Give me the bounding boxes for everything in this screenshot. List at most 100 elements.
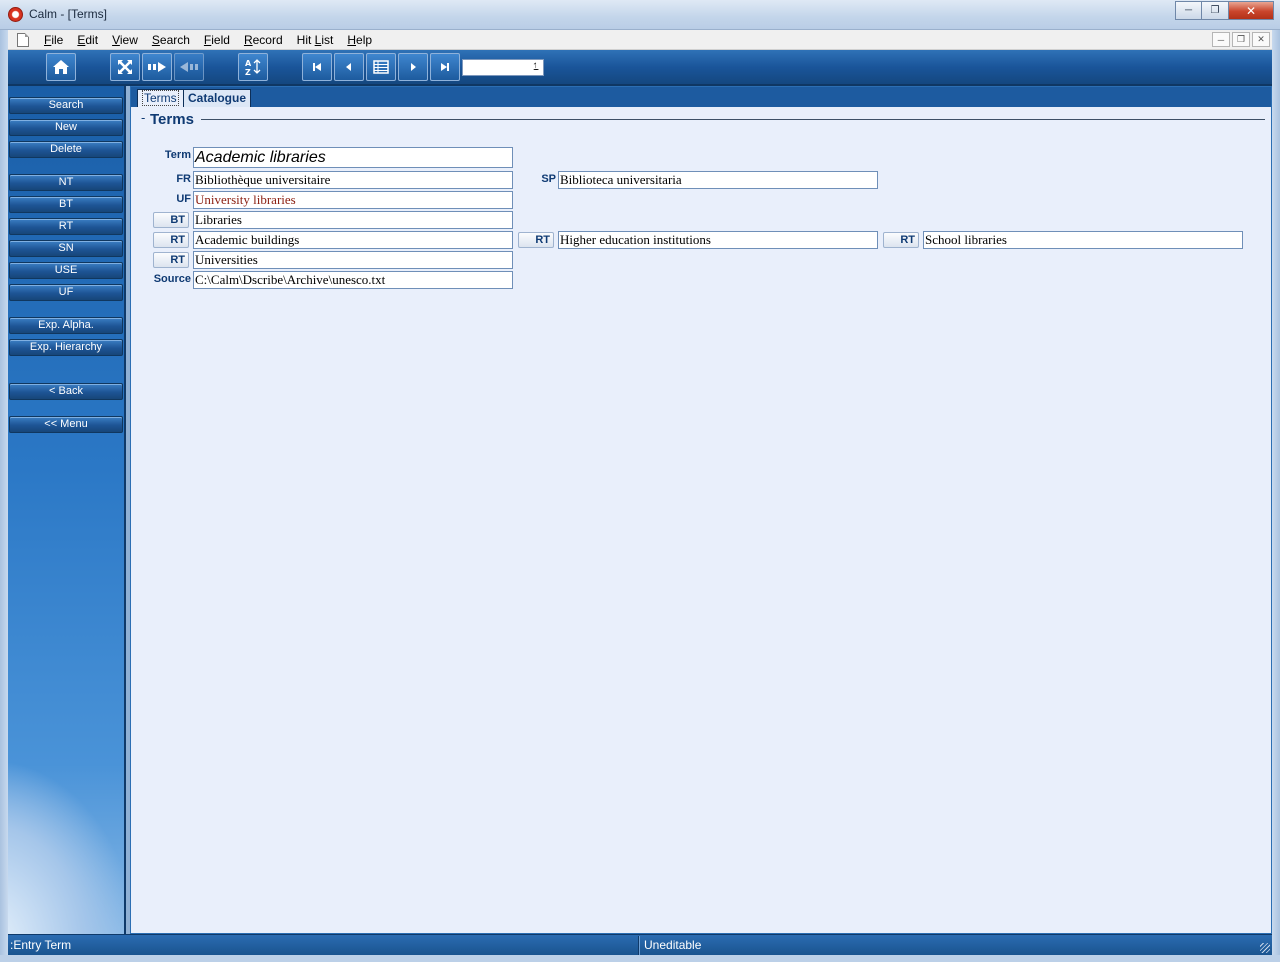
sp-field[interactable]: Biblioteca universitaria [558,171,878,189]
menu-field[interactable]: Field [197,30,237,50]
mdi-minimize-button[interactable]: ─ [1212,32,1230,47]
toolbar: AZ 1 of 1 [8,50,1272,86]
rt-link-button-4[interactable]: RT [153,252,189,268]
window-frame-bottom [0,955,1280,962]
use-button[interactable]: USE [9,262,123,279]
source-label: Source [153,273,191,285]
maximize-button[interactable]: ❐ [1202,1,1229,20]
expand-button[interactable] [110,53,140,81]
menu-file[interactable]: File [37,30,70,50]
term-label: Term [164,149,191,161]
window-frame-right [1272,30,1280,955]
sort-button[interactable]: AZ [238,53,268,81]
menu-help[interactable]: Help [340,30,379,50]
menu-help-rest: elp [356,32,373,47]
list-view-icon [373,60,389,74]
last-record-button[interactable] [430,53,460,81]
tab-catalogue[interactable]: Catalogue [183,89,252,107]
menu-bar: File Edit View Search Field Record Hit L… [8,30,1272,50]
document-icon[interactable] [17,32,29,47]
menu-record[interactable]: Record [237,30,290,50]
list-view-button[interactable] [366,53,396,81]
resize-grip[interactable] [1260,943,1270,953]
rt-link-button-2[interactable]: RT [518,232,554,248]
sp-label: SP [541,173,556,185]
menu-hit-list[interactable]: Hit List [290,30,341,50]
menu-view[interactable]: View [105,30,145,50]
exp-hierarchy-button[interactable]: Exp. Hierarchy [9,339,123,356]
menu-hit-list-rest: ist [321,32,334,47]
section-collapse-toggle[interactable]: - [141,110,145,125]
mdi-controls: ─ ❐ ✕ [1212,32,1270,47]
next-record-button[interactable] [398,53,428,81]
exp-alpha-button[interactable]: Exp. Alpha. [9,317,123,334]
new-button[interactable]: New [9,119,123,136]
rt-field-4[interactable]: Universities [193,251,513,269]
status-edit-mode: Uneditable [644,938,702,952]
rt-link-button-1[interactable]: RT [153,232,189,248]
source-field[interactable]: C:\Calm\Dscribe\Archive\unesco.txt [193,271,513,289]
mdi-restore-button[interactable]: ❐ [1232,32,1250,47]
bt-link-button[interactable]: BT [153,212,189,228]
menu-edit[interactable]: Edit [70,30,105,50]
record-form: Terms Catalogue - Terms Term Academic li… [130,86,1272,934]
close-button[interactable]: ✕ [1229,1,1274,20]
svg-text:Z: Z [245,68,251,77]
minimize-button[interactable]: ─ [1175,1,1202,20]
app-icon[interactable] [8,7,23,22]
back-button[interactable]: < Back [9,383,123,400]
previous-record-button[interactable] [334,53,364,81]
window-title: Calm - [Terms] [29,7,107,21]
section-divider [201,119,1265,120]
rt-field-2[interactable]: Higher education institutions [558,231,878,249]
status-separator [638,936,640,955]
sn-button[interactable]: SN [9,240,123,257]
previous-record-icon [343,61,355,73]
mdi-close-button[interactable]: ✕ [1252,32,1270,47]
sidebar: Search New Delete NT BT RT SN USE UF Exp… [8,86,126,934]
search-button[interactable]: Search [9,97,123,114]
first-record-button[interactable] [302,53,332,81]
uf-label: UF [176,193,191,205]
tab-strip: Terms Catalogue [131,87,1271,107]
bt-field[interactable]: Libraries [193,211,513,229]
fr-label: FR [176,173,191,185]
window-frame-left [0,30,8,955]
rt-button[interactable]: RT [9,218,123,235]
uf-button[interactable]: UF [9,284,123,301]
uf-field[interactable]: University libraries [193,191,513,209]
forward-link-icon [147,61,167,73]
tab-terms[interactable]: Terms [137,89,184,107]
menu-record-rest: ecord [252,32,283,47]
title-bar: Calm - [Terms] ─ ❐ ✕ [0,0,1280,30]
term-field[interactable]: Academic libraries [193,147,513,168]
rt-field-1[interactable]: Academic buildings [193,231,513,249]
menu-search[interactable]: Search [145,30,197,50]
forward-link-button[interactable] [142,53,172,81]
back-link-button[interactable] [174,53,204,81]
delete-button[interactable]: Delete [9,141,123,158]
section-title: Terms [150,111,194,128]
sort-az-icon: AZ [243,57,263,77]
status-bar: :Entry Term Uneditable [8,934,1272,955]
tab-terms-label: Terms [142,90,179,106]
fr-field[interactable]: Bibliothèque universitaire [193,171,513,189]
first-record-icon [311,61,323,73]
record-total: of 1 [521,60,540,72]
rt-field-3[interactable]: School libraries [923,231,1243,249]
nt-button[interactable]: NT [9,174,123,191]
menu-edit-rest: dit [85,32,99,47]
rt-link-button-3[interactable]: RT [883,232,919,248]
home-icon [52,59,70,75]
last-record-icon [439,61,451,73]
menu-search-rest: earch [159,32,190,47]
home-button[interactable] [46,53,76,81]
menu-button[interactable]: << Menu [9,416,123,433]
menu-field-rest: ield [211,32,230,47]
back-link-icon [179,61,199,73]
expand-icon [117,59,133,75]
status-field-name: :Entry Term [10,938,72,952]
menu-view-rest: iew [119,32,138,47]
next-record-icon [407,61,419,73]
bt-button[interactable]: BT [9,196,123,213]
